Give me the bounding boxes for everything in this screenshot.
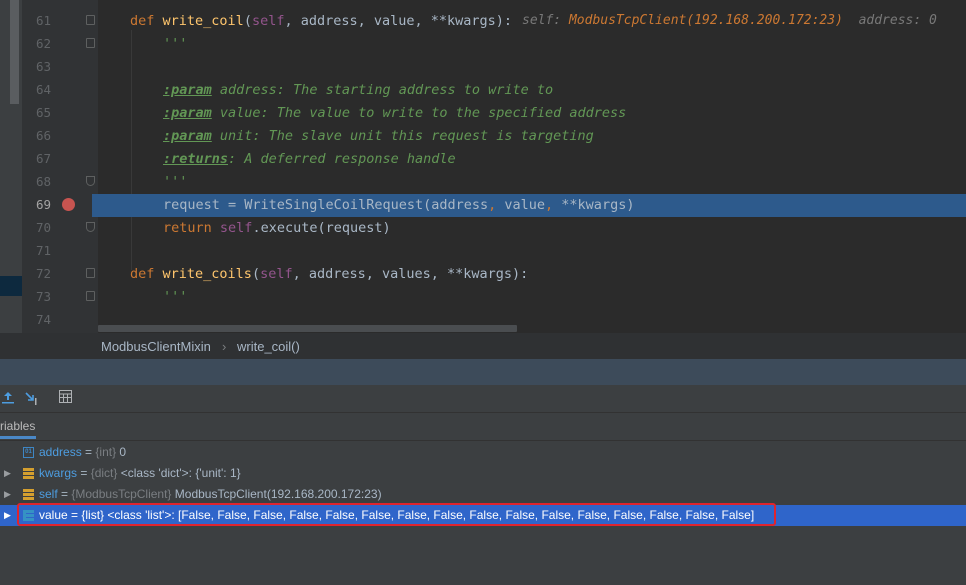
code-line[interactable]: 61 def write_coil(self, address, value, …: [0, 10, 966, 33]
code-line[interactable]: 67 :returns: A deferred response handle: [0, 148, 966, 171]
line-number: 66: [35, 128, 51, 143]
debug-toolbar: [0, 385, 966, 413]
code-editor[interactable]: 61 def write_coil(self, address, value, …: [0, 0, 966, 333]
docstring: ''': [163, 36, 188, 52]
code-line[interactable]: 71: [0, 240, 966, 263]
run-to-cursor-icon[interactable]: [24, 390, 40, 406]
variable-row-kwargs[interactable]: ▶ kwargs = {dict} <class 'dict'>: {'unit…: [0, 463, 966, 484]
step-out-icon[interactable]: [0, 390, 16, 406]
code-line[interactable]: 68 ''': [0, 171, 966, 194]
breadcrumb-separator: ›: [222, 339, 227, 354]
code-text: def write_coils(self, address, values, *…: [130, 266, 529, 282]
code-line[interactable]: 64 :param address: The starting address …: [0, 79, 966, 102]
line-number: 70: [35, 220, 51, 235]
line-number: 61: [35, 13, 51, 28]
tab-variables[interactable]: riables: [0, 419, 35, 433]
variable-type: {int}: [95, 445, 117, 459]
debug-panel-header: [0, 359, 966, 385]
line-number: 65: [35, 105, 51, 120]
expand-arrow-icon[interactable]: ▶: [4, 484, 11, 505]
docstring: :param address: The starting address to …: [163, 82, 554, 98]
variable-name: kwargs: [39, 466, 78, 480]
line-number: 73: [35, 289, 51, 304]
fold-end-marker-icon[interactable]: [86, 222, 95, 232]
tab-active-indicator: [0, 436, 36, 439]
expand-arrow-icon[interactable]: ▶: [4, 463, 11, 484]
variable-type: {dict}: [90, 466, 118, 480]
variable-value: 0: [116, 445, 127, 459]
variable-row-address[interactable]: 01 address = {int} 0: [0, 442, 966, 463]
breakpoint-icon[interactable]: [62, 198, 75, 211]
line-number: 68: [35, 174, 51, 189]
fold-marker-icon[interactable]: [86, 15, 95, 25]
line-number: 72: [35, 266, 51, 281]
fold-marker-icon[interactable]: [86, 38, 95, 48]
line-number: 69: [35, 197, 51, 212]
code-line[interactable]: 63: [0, 56, 966, 79]
line-number: 62: [35, 36, 51, 51]
line-number: 71: [35, 243, 51, 258]
code-line[interactable]: 73 ''': [0, 286, 966, 309]
annotation-highlight-box: [17, 503, 776, 526]
variable-type: {ModbusTcpClient}: [71, 487, 172, 501]
docstring: :returns: A deferred response handle: [163, 151, 456, 167]
line-number: 63: [35, 59, 51, 74]
breadcrumb: ModbusClientMixin › write_coil(): [0, 333, 966, 359]
current-execution-line[interactable]: 69 request = WriteSingleCoilRequest(addr…: [0, 194, 966, 217]
line-number: 67: [35, 151, 51, 166]
object-type-icon: [23, 489, 34, 500]
fold-end-marker-icon[interactable]: [86, 176, 95, 186]
code-text: def write_coil(self, address, value, **k…: [130, 13, 513, 29]
variable-name: address: [39, 445, 82, 459]
vertical-scrollbar-thumb[interactable]: [10, 0, 19, 104]
dict-type-icon: [23, 468, 34, 479]
expand-arrow-icon[interactable]: ▶: [4, 505, 11, 526]
code-line[interactable]: 65 :param value: The value to write to t…: [0, 102, 966, 125]
code-line[interactable]: 72 def write_coils(self, address, values…: [0, 263, 966, 286]
horizontal-scrollbar-thumb[interactable]: [98, 325, 517, 332]
code-line[interactable]: 66 :param unit: The slave unit this requ…: [0, 125, 966, 148]
code-line[interactable]: 62 ''': [0, 33, 966, 56]
fold-marker-icon[interactable]: [86, 268, 95, 278]
variable-value: ModbusTcpClient(192.168.200.172:23): [171, 487, 382, 501]
variable-value: <class 'dict'>: {'unit': 1}: [117, 466, 241, 480]
calculator-icon[interactable]: [57, 390, 73, 406]
docstring: ''': [163, 289, 188, 305]
docstring: ''': [163, 174, 188, 190]
docstring: :param unit: The slave unit this request…: [163, 128, 594, 144]
variable-row-self[interactable]: ▶ self = {ModbusTcpClient} ModbusTcpClie…: [0, 484, 966, 505]
code-line[interactable]: 70 return self.execute(request): [0, 217, 966, 240]
docstring: :param value: The value to write to the …: [163, 105, 627, 121]
code-text: return self.execute(request): [163, 220, 391, 236]
breadcrumb-class[interactable]: ModbusClientMixin: [101, 339, 211, 354]
inline-debug-hint: self: ModbusTcpClient(192.168.200.172:23…: [522, 13, 937, 28]
fold-marker-icon[interactable]: [86, 291, 95, 301]
breadcrumb-method[interactable]: write_coil(): [237, 339, 300, 354]
variable-name: self: [39, 487, 58, 501]
int-type-icon: 01: [23, 447, 34, 458]
debug-tabs: riables: [0, 413, 966, 441]
line-number: 74: [35, 312, 51, 327]
line-number: 64: [35, 82, 51, 97]
tool-strip-selection[interactable]: [0, 276, 22, 296]
code-text: request = WriteSingleCoilRequest(address…: [163, 197, 635, 213]
